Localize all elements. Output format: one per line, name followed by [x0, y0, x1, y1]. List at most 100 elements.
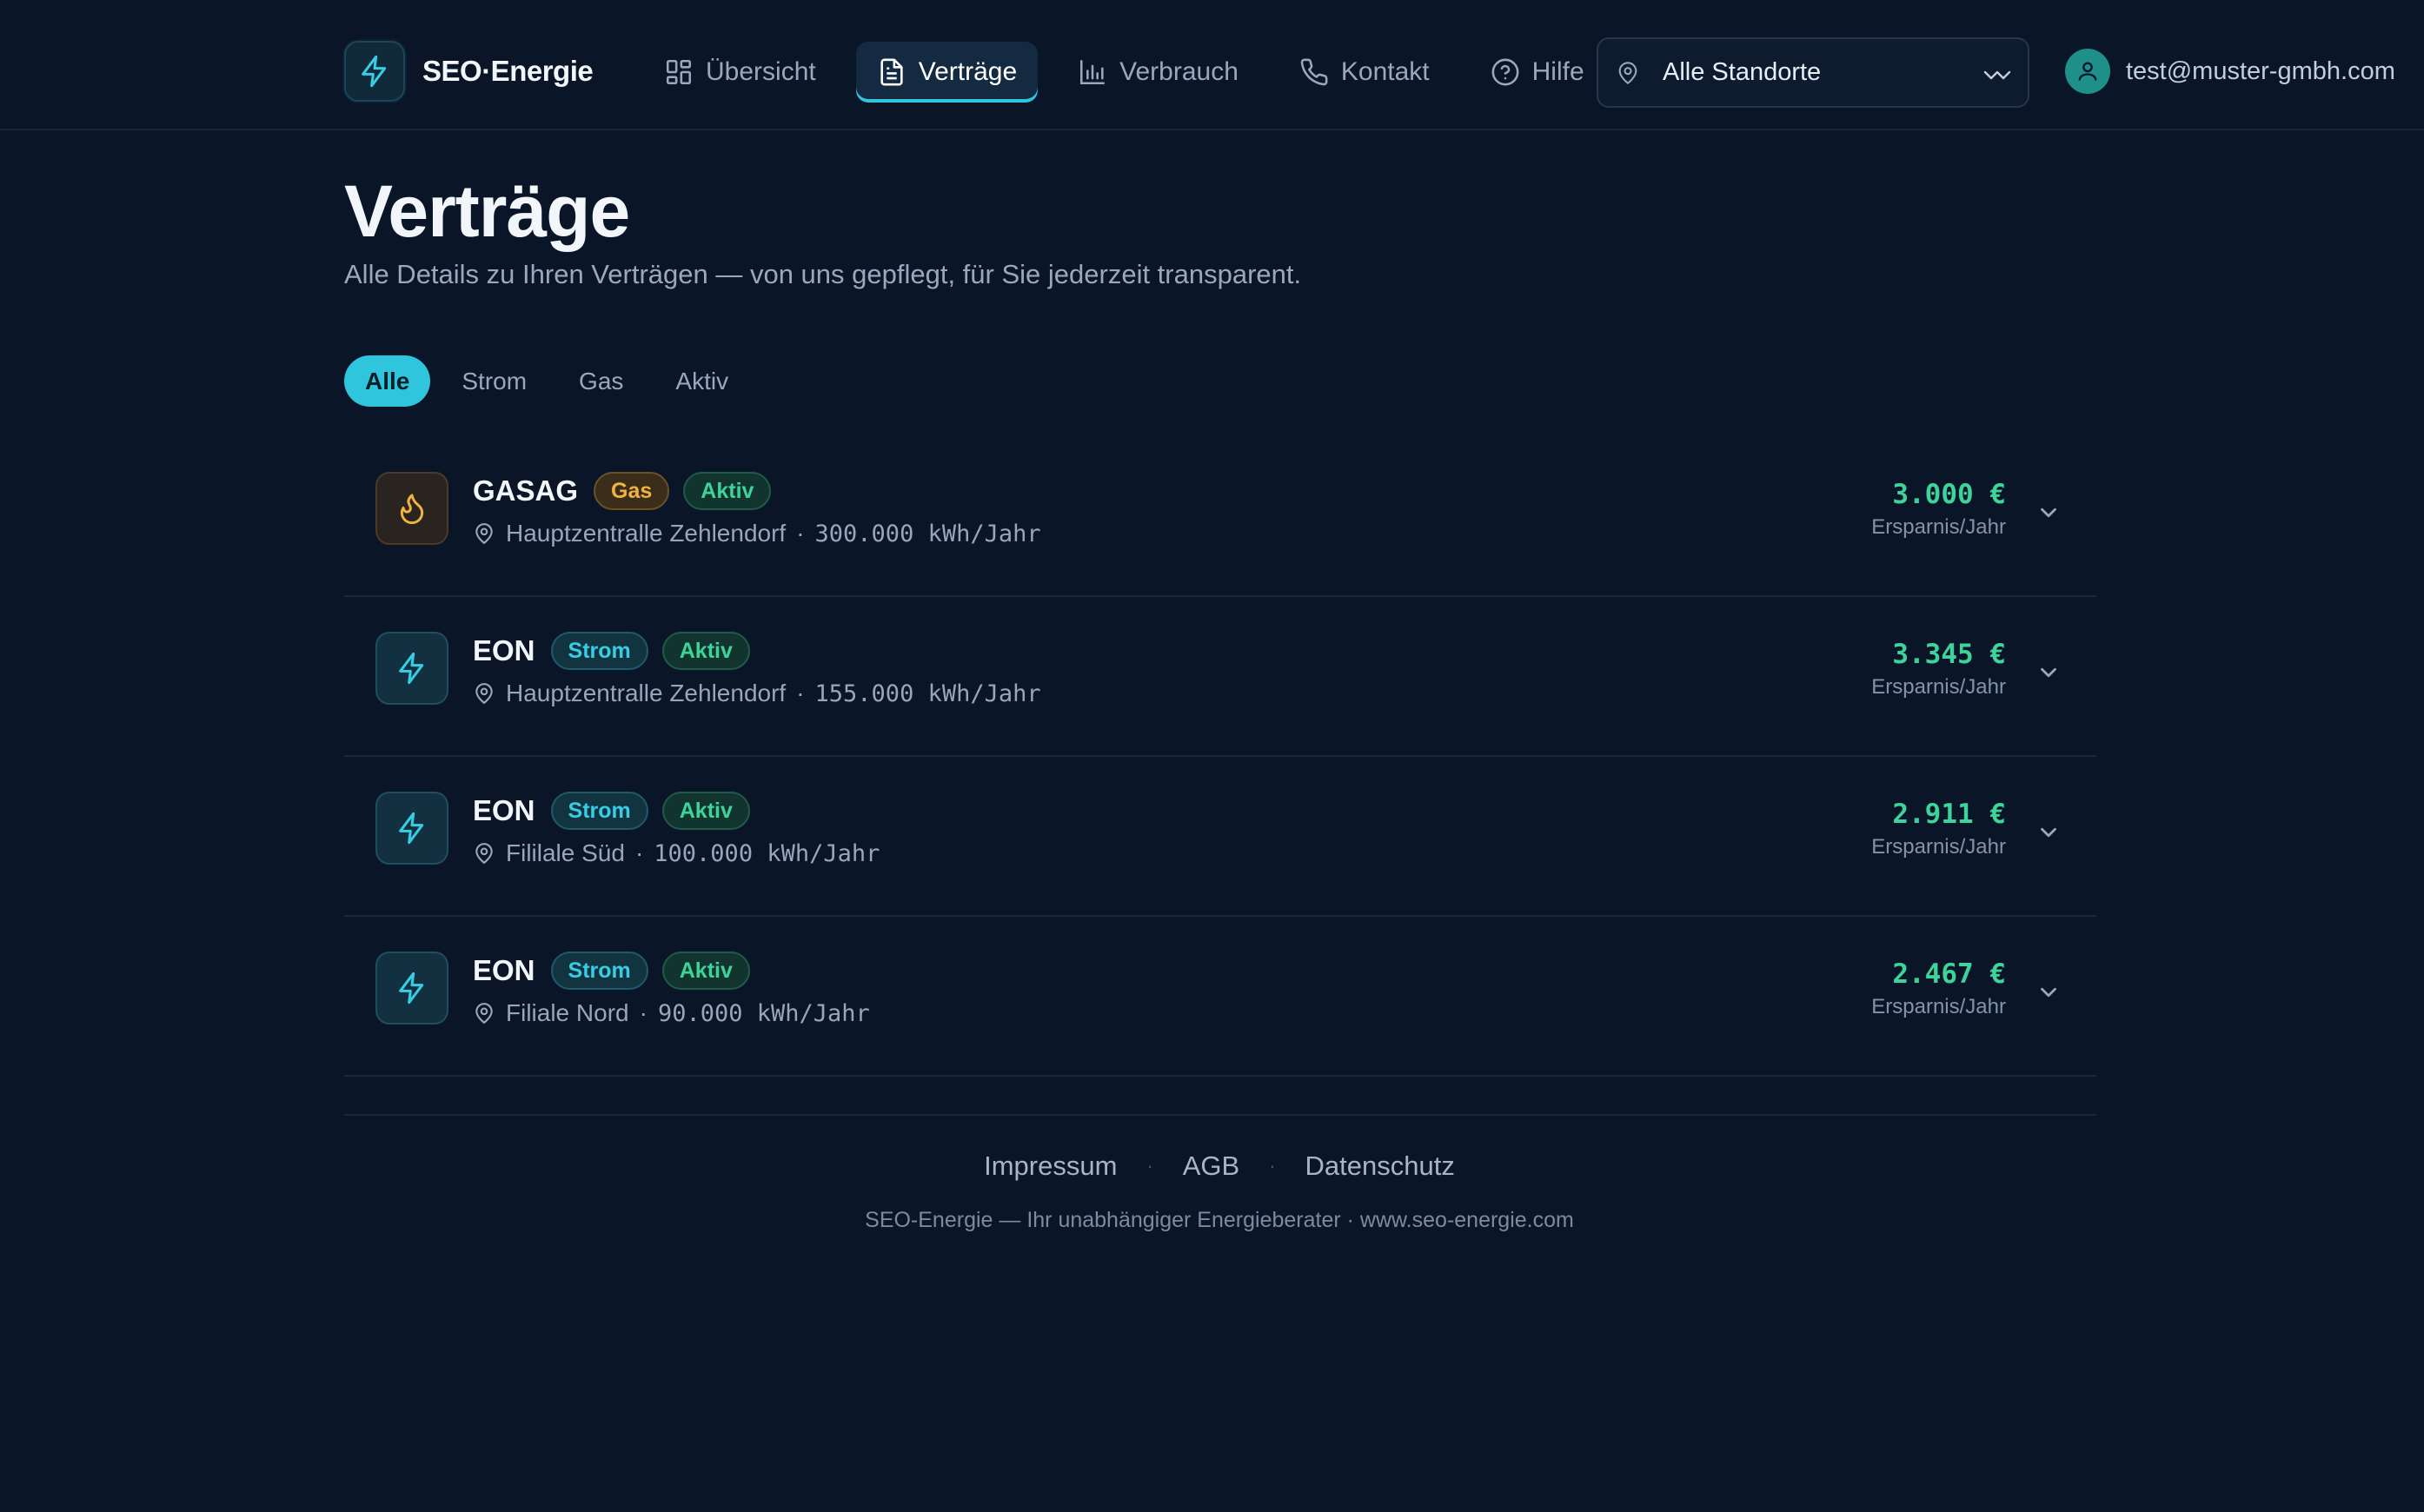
- provider-name: GASAG: [473, 474, 579, 507]
- filter-alle[interactable]: Alle: [344, 355, 431, 407]
- brand-logo[interactable]: SEO·Energie: [344, 41, 594, 102]
- contract-header: EON Strom Aktiv: [473, 632, 750, 670]
- document-icon: [877, 57, 907, 87]
- nav-item-label: Kontakt: [1340, 57, 1430, 86]
- nav-item-verbrauch[interactable]: Verbrauch: [1057, 42, 1259, 103]
- brand-name: SEO·Energie: [422, 55, 594, 87]
- status-badge: Aktiv: [683, 472, 772, 510]
- user-menu[interactable]: test@muster-gmbh.com: [2065, 49, 2395, 94]
- top-bar: SEO·Energie Übersicht Verträge Verbrauch…: [0, 0, 2424, 130]
- saving-block: 2.911 € Ersparnis/Jahr: [1871, 799, 2006, 859]
- contract-meta: Hauptzentralle Zehlendorf · 155.000 kWh/…: [473, 680, 1041, 707]
- saving-value: 3.345 €: [1892, 639, 2006, 670]
- type-badge: Strom: [550, 952, 648, 990]
- map-pin-icon: [473, 522, 495, 545]
- contract-consumption: 300.000 kWh/Jahr: [814, 520, 1041, 547]
- map-pin-icon: [473, 682, 495, 705]
- flame-icon: [375, 472, 448, 545]
- status-badge: Aktiv: [661, 792, 750, 830]
- footer-link-datenschutz[interactable]: Datenschutz: [1305, 1151, 1455, 1182]
- bolt-icon: [375, 792, 448, 865]
- map-pin-icon: [473, 1002, 495, 1025]
- footer-link-agb[interactable]: AGB: [1183, 1151, 1239, 1182]
- bolt-icon: [344, 41, 405, 102]
- map-pin-icon: [473, 842, 495, 865]
- bolt-icon: [375, 952, 448, 1025]
- saving-value: 2.467 €: [1892, 958, 2006, 990]
- nav-item-vertraege[interactable]: Verträge: [855, 42, 1039, 103]
- contract-consumption: 90.000 kWh/Jahr: [657, 999, 870, 1027]
- footer-copyright: SEO-Energie — Ihr unabhängiger Energiebe…: [865, 1208, 1574, 1232]
- location-select[interactable]: Alle Standorte: [1597, 37, 2029, 108]
- provider-name: EON: [473, 954, 535, 986]
- bolt-icon: [375, 632, 448, 705]
- chevron-down-icon: [1982, 62, 2012, 88]
- provider-name: EON: [473, 794, 535, 826]
- meta-separator: ·: [796, 680, 805, 706]
- chevron-down-icon[interactable]: [2035, 819, 2062, 846]
- meta-separator: ·: [634, 839, 644, 866]
- bar-chart-icon: [1078, 57, 1107, 87]
- chevron-down-icon[interactable]: [2035, 979, 2062, 1005]
- filter-gas[interactable]: Gas: [558, 355, 644, 407]
- user-email: test@muster-gmbh.com: [2126, 56, 2395, 85]
- saving-value: 3.000 €: [1892, 479, 2006, 510]
- footer-separator: ·: [1269, 1155, 1276, 1177]
- type-badge: Strom: [550, 792, 648, 830]
- saving-block: 3.000 € Ersparnis/Jahr: [1871, 479, 2006, 540]
- page-subtitle: Alle Details zu Ihren Verträgen — von un…: [344, 259, 1302, 289]
- footer-separator: ·: [1146, 1155, 1153, 1177]
- phone-icon: [1299, 57, 1329, 87]
- contract-list: GASAG Gas Aktiv Hauptzentralle Zehlendor…: [344, 437, 2096, 1077]
- contract-location: Hauptzentralle Zehlendorf: [506, 680, 787, 706]
- meta-separator: ·: [796, 520, 805, 547]
- meta-separator: ·: [639, 999, 648, 1026]
- status-badge: Aktiv: [661, 632, 750, 670]
- filter-aktiv[interactable]: Aktiv: [654, 355, 749, 407]
- nav-item-kontakt[interactable]: Kontakt: [1278, 42, 1451, 103]
- contract-consumption: 155.000 kWh/Jahr: [814, 680, 1041, 707]
- map-pin-icon: [1616, 61, 1640, 85]
- type-badge: Strom: [550, 632, 648, 670]
- contract-meta: Filiale Nord · 90.000 kWh/Jahr: [473, 999, 870, 1027]
- chevron-down-icon[interactable]: [2035, 500, 2062, 526]
- contract-consumption: 100.000 kWh/Jahr: [654, 839, 880, 867]
- chevron-down-icon[interactable]: [2035, 660, 2062, 686]
- saving-block: 2.467 € Ersparnis/Jahr: [1871, 958, 2006, 1019]
- filter-tabs: Alle Strom Gas Aktiv: [344, 355, 749, 407]
- contract-location: Filiale Nord: [506, 999, 629, 1026]
- status-badge: Aktiv: [661, 952, 750, 990]
- nav-item-uebersicht[interactable]: Übersicht: [643, 42, 837, 103]
- provider-name: EON: [473, 634, 535, 666]
- page-title: Verträge: [344, 170, 630, 252]
- nav-item-hilfe[interactable]: Hilfe: [1470, 42, 1605, 103]
- saving-label: Ersparnis/Jahr: [1871, 675, 2006, 699]
- grid-icon: [664, 57, 694, 87]
- saving-label: Ersparnis/Jahr: [1871, 835, 2006, 859]
- footer-link-impressum[interactable]: Impressum: [984, 1151, 1117, 1182]
- contract-header: EON Strom Aktiv: [473, 952, 750, 990]
- user-icon: [2065, 49, 2110, 94]
- nav-item-label: Übersicht: [706, 57, 816, 86]
- saving-label: Ersparnis/Jahr: [1871, 995, 2006, 1018]
- nav-item-label: Hilfe: [1531, 57, 1584, 86]
- location-select-value: Alle Standorte: [1663, 58, 1822, 86]
- contract-location: Fililale Süd: [506, 839, 625, 866]
- footer-divider: [344, 1114, 2096, 1116]
- main-nav: Übersicht Verträge Verbrauch Kontakt Hil…: [643, 42, 1605, 103]
- filter-strom[interactable]: Strom: [441, 355, 548, 407]
- contract-header: GASAG Gas Aktiv: [473, 472, 772, 510]
- nav-item-label: Verbrauch: [1119, 57, 1239, 86]
- contract-location: Hauptzentralle Zehlendorf: [506, 520, 787, 547]
- contract-row[interactable]: EON Strom Aktiv Filiale Nord · 90.000 kW…: [344, 917, 2096, 1077]
- saving-label: Ersparnis/Jahr: [1871, 515, 2006, 539]
- saving-block: 3.345 € Ersparnis/Jahr: [1871, 639, 2006, 700]
- contract-meta: Hauptzentralle Zehlendorf · 300.000 kWh/…: [473, 520, 1041, 547]
- type-badge: Gas: [594, 472, 670, 510]
- contract-row[interactable]: GASAG Gas Aktiv Hauptzentralle Zehlendor…: [344, 437, 2096, 597]
- contract-header: EON Strom Aktiv: [473, 792, 750, 830]
- contract-row[interactable]: EON Strom Aktiv Fililale Süd · 100.000 k…: [344, 757, 2096, 917]
- contract-row[interactable]: EON Strom Aktiv Hauptzentralle Zehlendor…: [344, 597, 2096, 757]
- saving-value: 2.911 €: [1892, 799, 2006, 830]
- help-circle-icon: [1491, 57, 1520, 87]
